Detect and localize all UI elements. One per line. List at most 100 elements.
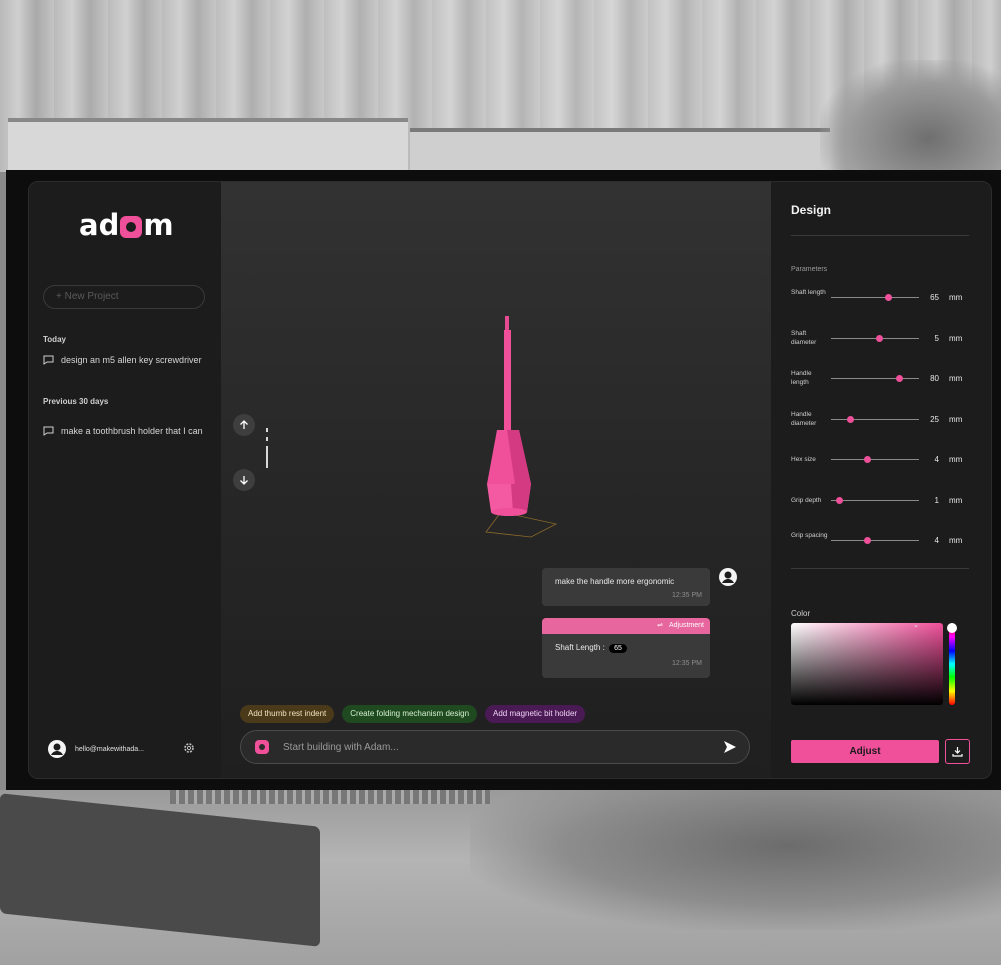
parameter-label: Shaft diameter: [791, 329, 817, 346]
arrow-down-icon: [240, 476, 248, 485]
screwdriver-3d-model[interactable]: [471, 312, 571, 542]
parameter-label: Shaft length: [791, 289, 826, 296]
slider-thumb[interactable]: [884, 294, 892, 301]
download-button[interactable]: [945, 739, 970, 764]
slider-thumb[interactable]: [864, 537, 872, 544]
slider-track[interactable]: [831, 499, 919, 501]
slider-track[interactable]: [831, 418, 919, 420]
adjust-button[interactable]: Adjust: [791, 740, 939, 763]
logo-mark-icon: [120, 216, 143, 238]
slider-thumb[interactable]: [836, 496, 844, 504]
slider-track[interactable]: [831, 378, 919, 379]
adjustment-body: Shaft Length : 65: [555, 643, 627, 653]
parameter-slider[interactable]: Handle diameter 25 mm: [791, 410, 971, 430]
divider: [791, 235, 969, 236]
slider-track[interactable]: [831, 297, 919, 298]
send-icon[interactable]: [723, 740, 737, 754]
color-label: Color: [791, 609, 811, 618]
suggestion-chip[interactable]: Add thumb rest indent: [240, 705, 335, 723]
parameter-unit: mm: [949, 536, 963, 545]
avatar-icon: [48, 740, 66, 758]
chat-bubble-icon: [43, 426, 54, 436]
parameter-value: 4: [934, 536, 939, 545]
prompt-input[interactable]: Start building with Adam...: [240, 730, 750, 764]
message-text: make the handle more ergonomic: [555, 577, 675, 586]
adjustment-message: ⇌ Adjustment Shaft Length : 65 12:35 PM: [542, 618, 710, 678]
background-monitor: [8, 118, 408, 172]
parameter-label: Grip depth: [791, 496, 822, 504]
parameter-value: 80: [930, 374, 939, 383]
user-message: make the handle more ergonomic 12:35 PM: [542, 568, 710, 606]
parameter-label: Handle diameter: [791, 410, 817, 427]
user-avatar-icon: [719, 568, 737, 586]
hue-slider-thumb[interactable]: [947, 623, 957, 633]
parameter-unit: mm: [949, 333, 963, 343]
parameter-slider[interactable]: Grip spacing 4 mm: [791, 531, 971, 551]
section-label-previous: Previous 30 days: [43, 397, 109, 406]
background-person: [820, 60, 1001, 172]
logo-text-part: m: [143, 208, 174, 242]
background-keyboard: [170, 790, 490, 804]
download-icon: [952, 747, 963, 757]
parameter-slider[interactable]: Shaft diameter 5 mm: [791, 329, 971, 349]
arrow-up-icon: [240, 420, 248, 429]
app-logo[interactable]: ad m: [79, 208, 174, 242]
parameter-label: Grip spacing: [791, 532, 828, 539]
suggestion-chips: Add thumb rest indent Create folding mec…: [240, 705, 593, 723]
scroll-down-button[interactable]: [233, 469, 255, 491]
slider-thumb[interactable]: [896, 375, 904, 382]
parameter-value: 25: [930, 414, 939, 424]
parameter-slider[interactable]: Handle length 80 mm: [791, 369, 971, 389]
screen-frame: ad m + New Project Today design an m5 al…: [6, 170, 1001, 790]
parameter-value: 4: [934, 455, 939, 464]
slider-thumb[interactable]: [864, 456, 872, 463]
sidebar: ad m + New Project Today design an m5 al…: [29, 182, 221, 778]
parameter-slider[interactable]: Grip depth 1 mm: [791, 491, 971, 511]
slider-track[interactable]: [831, 459, 919, 460]
parameter-value: 5: [934, 333, 939, 343]
scroll-up-button[interactable]: [233, 414, 255, 436]
background-laptop: [0, 793, 320, 947]
chat-history-item[interactable]: design an m5 allen key screwdriver: [43, 355, 211, 365]
slider-thumb[interactable]: [875, 334, 883, 342]
suggestion-chip[interactable]: Create folding mechanism design: [342, 705, 478, 723]
history-tick: [266, 437, 268, 441]
chat-history-label: design an m5 allen key screwdriver: [61, 355, 202, 365]
adjustment-field: Shaft Length :: [555, 643, 605, 652]
logo-text-part: ad: [79, 208, 120, 242]
color-picker-area[interactable]: [791, 623, 943, 705]
background-photo-top: [0, 0, 1001, 172]
suggestion-chip[interactable]: Add magnetic bit holder: [485, 705, 586, 723]
parameter-unit: mm: [949, 374, 963, 383]
history-tick-active: [266, 446, 268, 468]
section-label-today: Today: [43, 335, 66, 344]
chat-history-label: make a toothbrush holder that I can: [61, 426, 203, 436]
background-monitor: [410, 128, 830, 172]
message-time: 12:35 PM: [672, 660, 702, 667]
background-arm: [470, 790, 1001, 930]
user-email: hello@makewithada...: [75, 745, 144, 753]
background-photo-bottom: [0, 790, 1001, 965]
chat-history-item[interactable]: make a toothbrush holder that I can: [43, 426, 211, 436]
model-viewport[interactable]: make the handle more ergonomic 12:35 PM …: [221, 182, 771, 778]
color-picker-marker[interactable]: ⌄: [913, 621, 919, 629]
slider-thumb[interactable]: [846, 415, 854, 423]
design-panel: Design Parameters Shaft length 65 mm Shaft …: [771, 182, 991, 778]
parameter-unit: mm: [949, 495, 963, 505]
chat-bubble-icon: [43, 355, 54, 365]
history-tick: [266, 428, 268, 432]
parameter-unit: mm: [949, 293, 963, 302]
adjustment-value-badge: 65: [609, 644, 627, 653]
slider-track[interactable]: [831, 540, 919, 541]
parameter-unit: mm: [949, 455, 963, 464]
settings-gear-icon[interactable]: [183, 742, 195, 754]
user-account[interactable]: hello@makewithada...: [47, 737, 207, 761]
hue-slider[interactable]: [949, 623, 955, 705]
parameter-value: 1: [934, 495, 939, 505]
parameter-slider[interactable]: Shaft length 65 mm: [791, 288, 971, 308]
parameter-label: Handle length: [791, 370, 812, 386]
adjustment-header: ⇌ Adjustment: [542, 618, 710, 634]
parameter-slider[interactable]: Hex size 4 mm: [791, 450, 971, 470]
parameter-unit: mm: [949, 414, 963, 424]
new-project-button[interactable]: + New Project: [43, 285, 205, 309]
